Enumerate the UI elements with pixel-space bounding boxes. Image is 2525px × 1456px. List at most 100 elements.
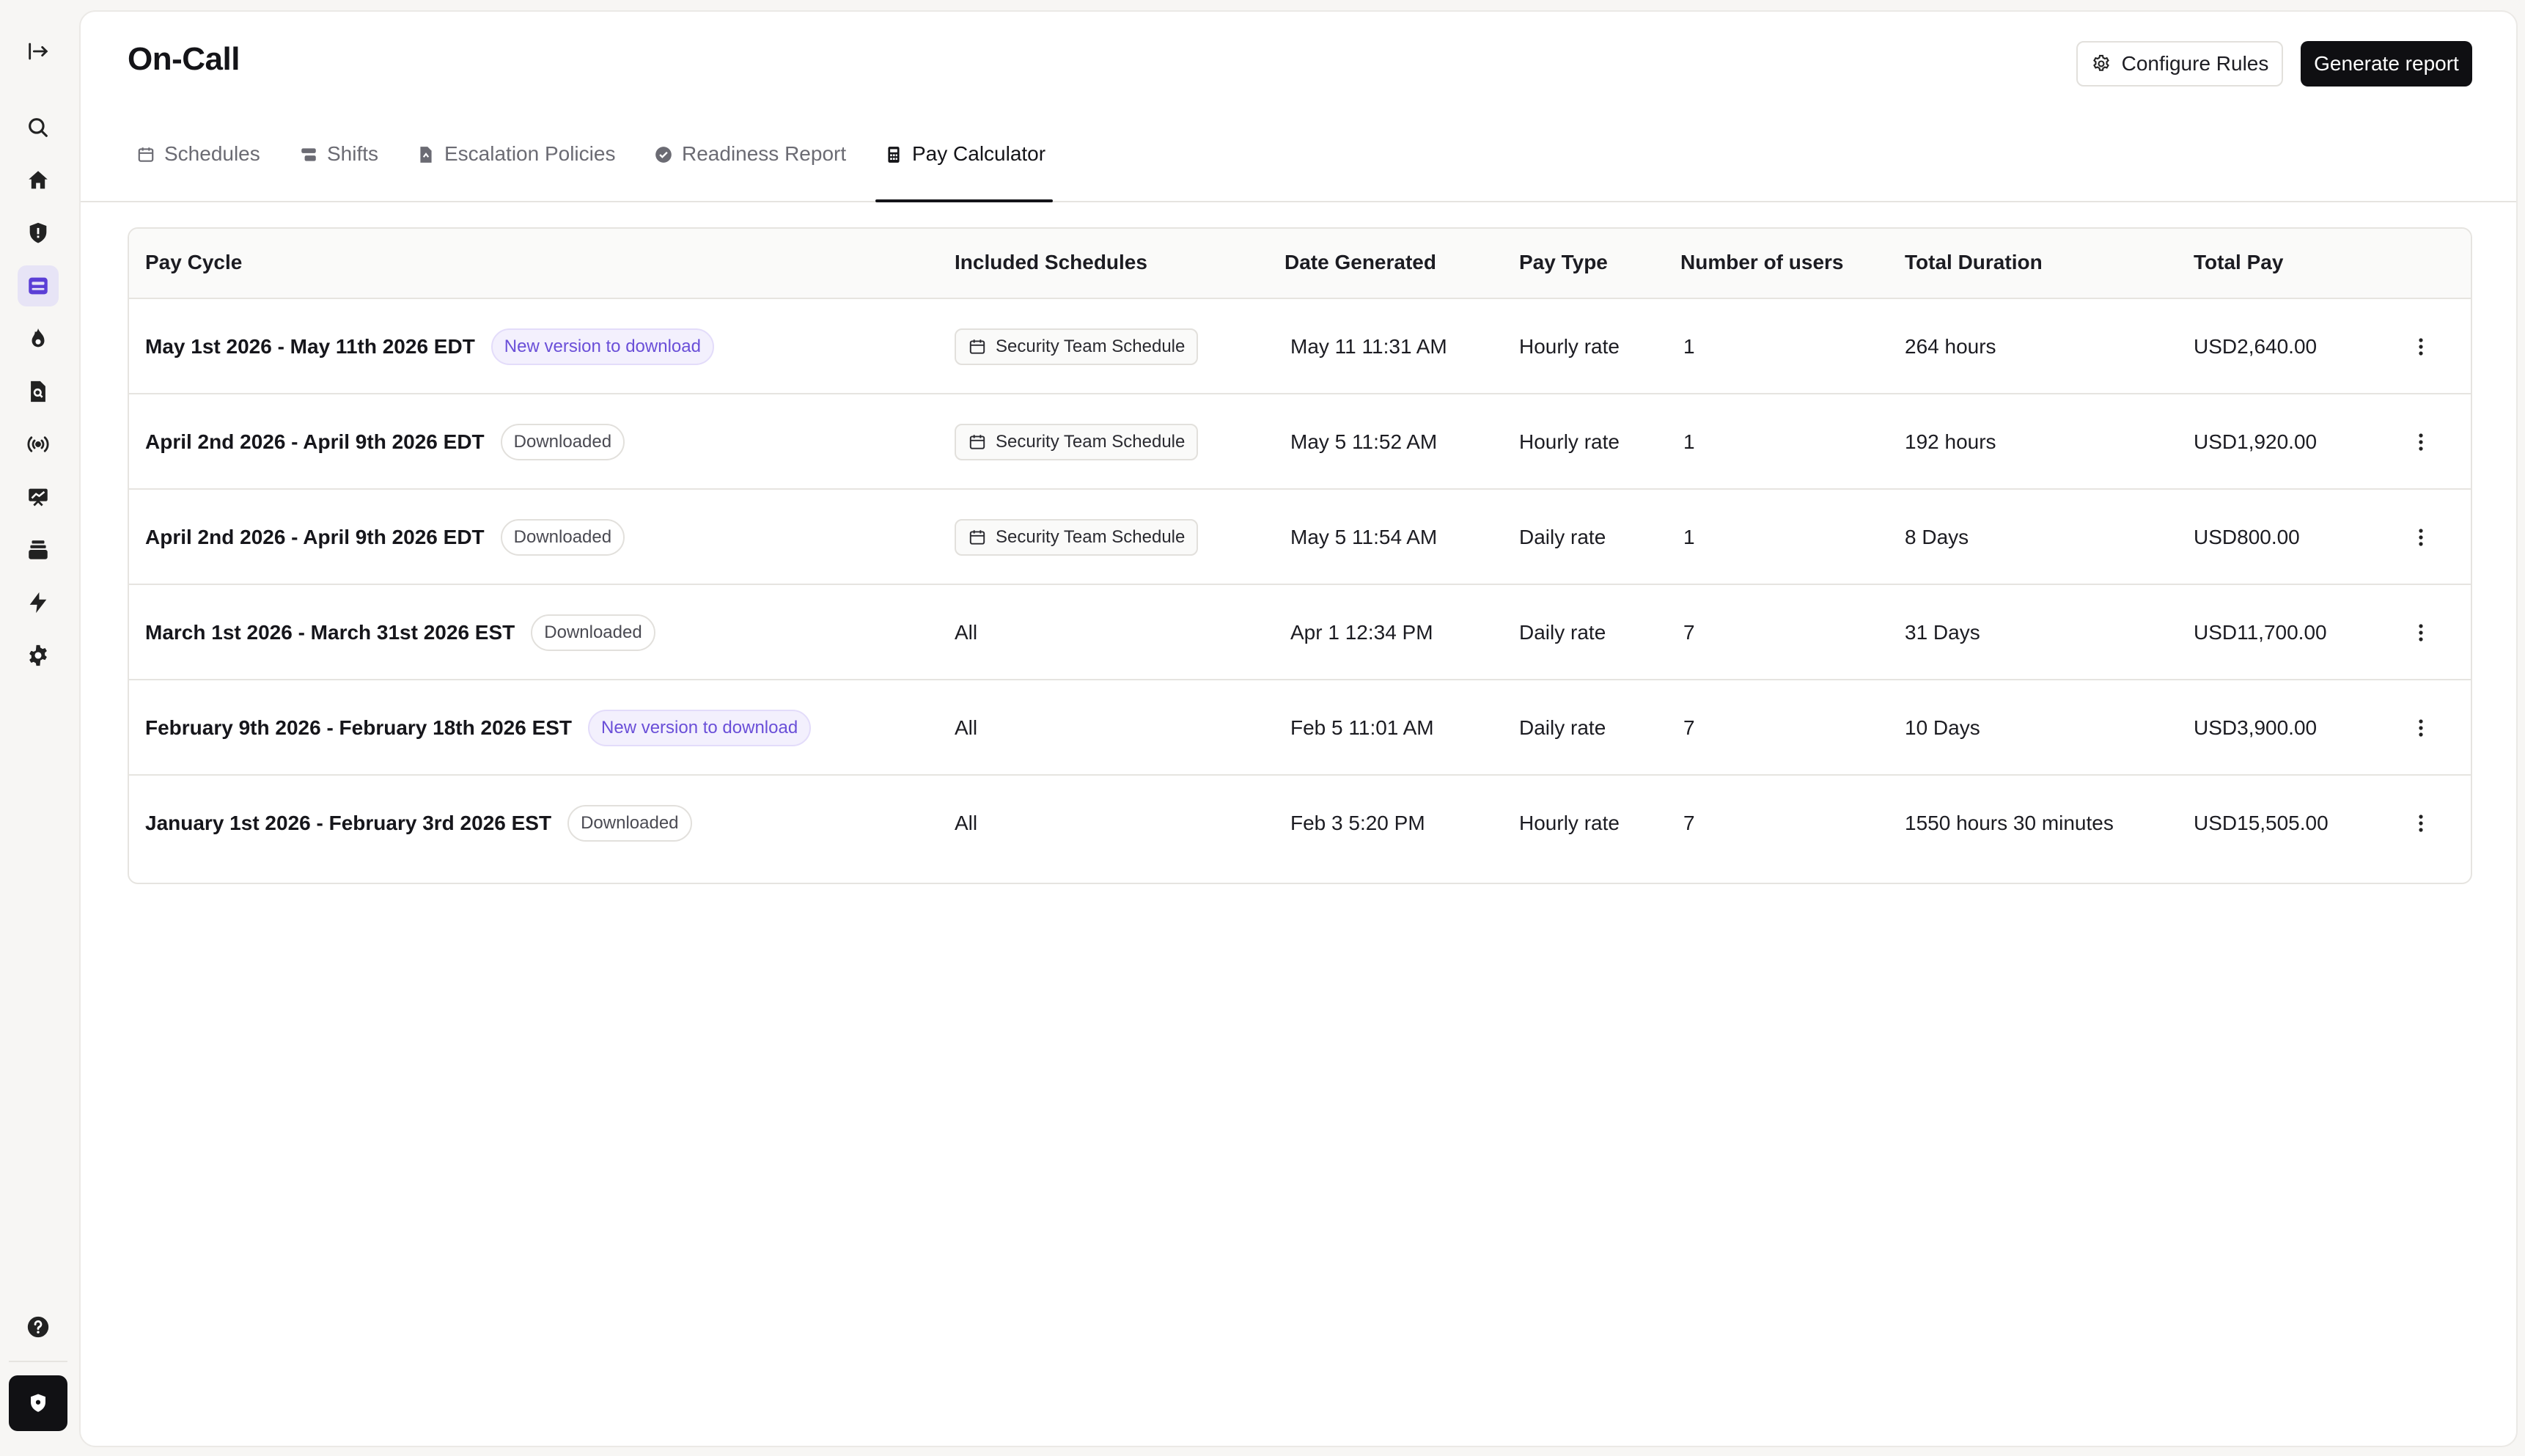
more-vertical-icon: [2419, 529, 2423, 546]
incidents-fire-icon[interactable]: [18, 318, 59, 359]
included-schedules-cell: All: [955, 585, 977, 680]
row-actions-button[interactable]: [2405, 331, 2437, 363]
shield-alert-icon[interactable]: [18, 213, 59, 254]
column-header: Included Schedules: [955, 251, 1147, 273]
configure-rules-button[interactable]: Configure Rules: [2076, 41, 2283, 87]
column-header: Number of users: [1680, 251, 1844, 273]
pay-cycle-label[interactable]: February 9th 2026 - February 18th 2026 E…: [145, 716, 572, 740]
pay-type-cell: Hourly rate: [1519, 812, 1620, 834]
schedule-chip[interactable]: Security Team Schedule: [955, 424, 1199, 460]
table-row[interactable]: January 1st 2026 - February 3rd 2026 EST…: [129, 776, 2471, 871]
calendar-icon: [138, 147, 154, 162]
document-search-icon[interactable]: [18, 371, 59, 412]
tab-readiness-report[interactable]: Readiness Report: [654, 142, 846, 201]
number-of-users-cell: 1: [1683, 335, 1695, 358]
pay-cycle-label[interactable]: May 1st 2026 - May 11th 2026 EDT: [145, 335, 475, 359]
total-pay-cell: USD3,900.00: [2194, 716, 2318, 739]
table-row[interactable]: April 2nd 2026 - April 9th 2026 EDT Downl…: [129, 490, 2471, 585]
number-of-users-cell: 7: [1683, 716, 1695, 739]
tab-schedules[interactable]: Schedules: [136, 142, 260, 201]
tab-label: Pay Calculator: [912, 142, 1046, 165]
included-schedules-cell: Security Team Schedule: [955, 490, 1199, 585]
date-generated-cell: May 5 11:54 AM: [1290, 526, 1438, 548]
page-title: On-Call: [128, 41, 240, 77]
pay-cycle-label[interactable]: March 1st 2026 - March 31st 2026 EST: [145, 621, 515, 644]
row-actions-button[interactable]: [2405, 807, 2437, 839]
gear-icon: [2092, 54, 2109, 71]
more-vertical-icon: [2419, 338, 2423, 356]
status-badge: New version to download: [490, 328, 714, 365]
more-vertical-icon: [2419, 815, 2423, 832]
schedule-chip-label: Security Team Schedule: [996, 527, 1186, 547]
sidebar: [0, 0, 79, 1456]
table-row[interactable]: February 9th 2026 - February 18th 2026 E…: [129, 680, 2471, 776]
broadcast-icon[interactable]: [18, 424, 59, 465]
escalation-icon: [420, 147, 432, 163]
row-actions-button[interactable]: [2405, 426, 2437, 458]
table-row[interactable]: March 1st 2026 - March 31st 2026 EST Down…: [129, 585, 2471, 680]
tab-bar: Schedules Shifts Escalation Policies Rea…: [81, 122, 2516, 202]
total-pay-cell: USD1,920.00: [2194, 430, 2318, 453]
catalog-icon[interactable]: [18, 529, 59, 570]
tab-shifts[interactable]: Shifts: [299, 142, 378, 201]
total-duration-cell: 1550 hours 30 minutes: [1905, 812, 2114, 834]
column-header: Total Pay: [2194, 251, 2284, 273]
pay-cycle-label[interactable]: January 1st 2026 - February 3rd 2026 EST: [145, 812, 551, 835]
total-duration-cell: 10 Days: [1905, 716, 1980, 739]
more-vertical-icon: [2419, 433, 2423, 451]
home-icon[interactable]: [18, 160, 59, 201]
status-badge: Downloaded: [567, 805, 692, 842]
included-schedules-cell: Security Team Schedule: [955, 299, 1199, 394]
lightning-icon[interactable]: [18, 582, 59, 623]
pay-cycle-cell: April 2nd 2026 - April 9th 2026 EDT Downl…: [145, 490, 625, 585]
row-actions-button[interactable]: [2405, 617, 2437, 649]
tab-label: Escalation Policies: [444, 142, 616, 165]
generate-report-button[interactable]: Generate report: [2301, 41, 2472, 87]
more-vertical-icon: [2419, 719, 2423, 737]
date-generated-cell: Feb 5 11:01 AM: [1290, 716, 1434, 739]
total-pay-cell: USD11,700.00: [2194, 621, 2327, 644]
search-icon[interactable]: [18, 107, 59, 148]
column-header: Date Generated: [1284, 251, 1436, 273]
tab-escalation-policies[interactable]: Escalation Policies: [416, 142, 615, 201]
on-call-icon[interactable]: [18, 265, 59, 306]
included-schedules-cell: All: [955, 680, 977, 776]
tab-label: Shifts: [327, 142, 379, 165]
pay-cycles-table: Pay Cycle Included Schedules Date Genera…: [128, 227, 2472, 884]
number-of-users-cell: 1: [1683, 430, 1695, 453]
workspace-logo-icon[interactable]: [9, 1375, 67, 1431]
number-of-users-cell: 7: [1683, 812, 1695, 834]
total-duration-cell: 8 Days: [1905, 526, 1969, 548]
schedule-text: All: [955, 621, 978, 644]
table-row[interactable]: May 1st 2026 - May 11th 2026 EDT New vers…: [129, 299, 2471, 394]
date-generated-cell: May 11 11:31 AM: [1290, 335, 1447, 358]
tab-pay-calculator[interactable]: Pay Calculator: [875, 142, 1054, 202]
pay-type-cell: Daily rate: [1519, 621, 1606, 644]
settings-icon[interactable]: [18, 635, 59, 676]
row-actions-button[interactable]: [2405, 712, 2437, 744]
expand-sidebar-icon[interactable]: [18, 31, 59, 72]
column-header: Pay Type: [1519, 251, 1608, 273]
included-schedules-cell: All: [955, 776, 977, 871]
pay-type-cell: Daily rate: [1519, 526, 1606, 548]
more-vertical-icon: [2419, 624, 2423, 641]
pay-cycle-label[interactable]: April 2nd 2026 - April 9th 2026 EDT: [145, 526, 485, 549]
calendar-icon: [969, 530, 985, 545]
total-pay-cell: USD2,640.00: [2194, 335, 2318, 358]
status-badge: Downloaded: [500, 424, 625, 460]
schedule-chip[interactable]: Security Team Schedule: [955, 519, 1199, 556]
row-actions-button[interactable]: [2405, 521, 2437, 554]
help-icon[interactable]: [18, 1306, 59, 1347]
sidebar-divider: [9, 1361, 67, 1362]
configure-rules-label: Configure Rules: [2121, 52, 2269, 75]
presentation-icon[interactable]: [18, 477, 59, 518]
table-header: Pay Cycle Included Schedules Date Genera…: [129, 229, 2471, 299]
total-pay-cell: USD800.00: [2194, 526, 2300, 548]
pay-cycle-label[interactable]: April 2nd 2026 - April 9th 2026 EDT: [145, 430, 485, 454]
schedule-text: All: [955, 812, 978, 834]
table-row[interactable]: April 2nd 2026 - April 9th 2026 EDT Downl…: [129, 394, 2471, 490]
schedule-chip[interactable]: Security Team Schedule: [955, 328, 1199, 365]
schedule-text: All: [955, 716, 978, 739]
column-header: Total Duration: [1905, 251, 2043, 273]
total-pay-cell: USD15,505.00: [2194, 812, 2329, 834]
